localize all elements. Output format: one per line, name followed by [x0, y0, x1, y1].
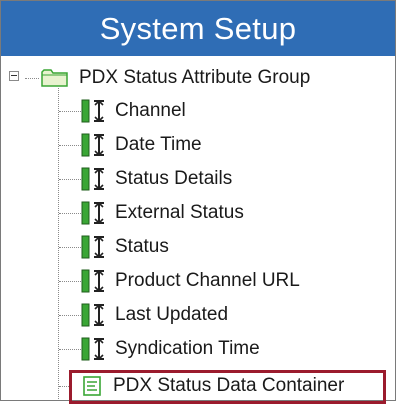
tree-connector-line — [59, 349, 81, 350]
attribute-tree: PDX Status Attribute Group Channel Date … — [1, 56, 395, 404]
attribute-icon — [81, 235, 104, 259]
tree-item-status[interactable]: Status — [1, 230, 395, 264]
tree-item-date-time[interactable]: Date Time — [1, 128, 395, 162]
attribute-icon — [81, 133, 104, 157]
tree-item-external-status[interactable]: External Status — [1, 196, 395, 230]
attribute-icon — [81, 167, 104, 191]
tree-connector-line — [25, 78, 39, 79]
attribute-icon — [81, 201, 104, 225]
tree-connector-line — [59, 111, 81, 112]
tree-item-status-details[interactable]: Status Details — [1, 162, 395, 196]
tree-item-label: Status — [115, 236, 169, 257]
tree-item-syndication-time[interactable]: Syndication Time — [1, 332, 395, 366]
tree-connector-line — [59, 247, 81, 248]
tree-item-product-channel-url[interactable]: Product Channel URL — [1, 264, 395, 298]
collapse-toggle-icon[interactable] — [9, 71, 19, 81]
folder-icon — [41, 69, 68, 87]
tree-item-label: Channel — [115, 100, 186, 121]
tree-item-label: External Status — [115, 202, 244, 223]
tree-item-label: Syndication Time — [115, 338, 260, 359]
attribute-icon — [81, 303, 104, 327]
tree-root-label[interactable]: PDX Status Attribute Group — [79, 64, 310, 92]
tree-item-label: Last Updated — [115, 304, 229, 325]
tree-item-channel[interactable]: Channel — [1, 94, 395, 128]
tree-connector-line — [59, 213, 81, 214]
tree-item-label: Date Time — [115, 134, 202, 155]
attribute-icon — [81, 269, 104, 293]
panel-title: System Setup — [1, 1, 395, 56]
tree-item-label: Status Details — [115, 168, 233, 189]
attribute-icon — [81, 99, 104, 123]
attribute-icon — [81, 337, 104, 361]
tree-item-pdx-status-data-container[interactable]: PDX Status Data Container — [1, 369, 395, 404]
tree-item-label: Product Channel URL — [115, 270, 300, 291]
system-setup-panel: System Setup PDX Status Attribute Group … — [0, 0, 396, 404]
tree-connector-line — [59, 179, 81, 180]
tree-item-label: PDX Status Data Container — [113, 375, 345, 396]
tree-connector-line — [59, 281, 81, 282]
tree-item-last-updated[interactable]: Last Updated — [1, 298, 395, 332]
tree-connector-line — [59, 315, 81, 316]
tree-connector-line — [59, 145, 81, 146]
data-container-icon — [83, 376, 101, 396]
